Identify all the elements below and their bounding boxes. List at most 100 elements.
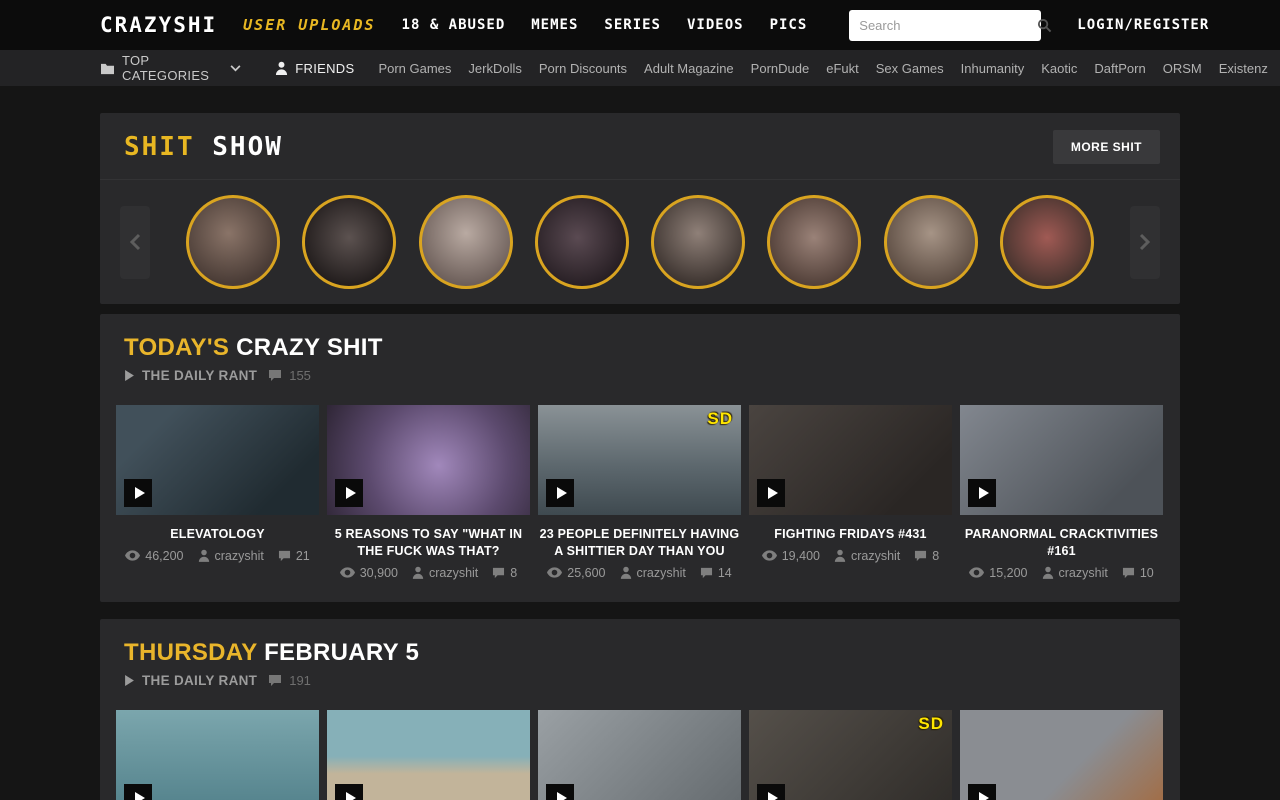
secondary-navbar: TOP CATEGORIES FRIENDS Porn Games JerkDo… bbox=[0, 50, 1280, 86]
video-card[interactable]: ELEVATOLOGY 46,200 crazyshit 21 bbox=[116, 405, 319, 580]
search-input[interactable] bbox=[859, 18, 1035, 33]
comment-count: 14 bbox=[718, 566, 732, 580]
search-button[interactable] bbox=[1035, 16, 1054, 35]
carousel-avatar[interactable] bbox=[651, 195, 745, 289]
shit-show-title: SHIT SHOW bbox=[124, 132, 283, 162]
friend-link-inhumanity[interactable]: Inhumanity bbox=[961, 61, 1025, 76]
video-card[interactable] bbox=[960, 710, 1163, 800]
video-title[interactable]: 5 REASONS TO SAY "WHAT IN THE FUCK WAS T… bbox=[327, 526, 530, 560]
video-title[interactable]: PARANORMAL CRACKTIVITIES #161 bbox=[960, 526, 1163, 560]
nav-item-pics[interactable]: PICS bbox=[770, 17, 808, 33]
video-card[interactable] bbox=[116, 710, 319, 800]
carousel-avatar[interactable] bbox=[884, 195, 978, 289]
view-count: 46,200 bbox=[145, 549, 183, 563]
video-thumbnail[interactable] bbox=[116, 405, 319, 515]
more-shit-button[interactable]: MORE SHIT bbox=[1053, 130, 1160, 164]
video-card[interactable] bbox=[327, 710, 530, 800]
section-title-accent: TODAY'S bbox=[124, 334, 229, 361]
friend-links: Porn Games JerkDolls Porn Discounts Adul… bbox=[378, 61, 1280, 76]
uploader-name[interactable]: crazyshit bbox=[851, 549, 900, 563]
play-button-icon bbox=[124, 479, 152, 507]
friend-link-sex-games[interactable]: Sex Games bbox=[876, 61, 944, 76]
shit-show-title-rest: SHOW bbox=[212, 132, 283, 162]
video-thumbnail[interactable]: SD bbox=[538, 405, 741, 515]
top-navbar: CRAZYSHI USER UPLOADS 18 & ABUSED MEMES … bbox=[0, 0, 1280, 50]
nav-item-18-abused[interactable]: 18 & ABUSED bbox=[402, 17, 506, 33]
carousel-next-button[interactable] bbox=[1130, 206, 1160, 279]
comment-icon bbox=[492, 567, 505, 579]
friend-link-existenz[interactable]: Existenz bbox=[1219, 61, 1268, 76]
uploader-name[interactable]: crazyshit bbox=[637, 566, 686, 580]
views-icon bbox=[125, 550, 140, 561]
carousel-avatar[interactable] bbox=[419, 195, 513, 289]
view-count: 19,400 bbox=[782, 549, 820, 563]
carousel-avatar[interactable] bbox=[767, 195, 861, 289]
views-icon bbox=[340, 567, 355, 578]
friends-label: FRIENDS bbox=[295, 61, 354, 76]
friend-link-porndude[interactable]: PornDude bbox=[751, 61, 810, 76]
chevron-right-icon bbox=[1139, 233, 1151, 251]
uploader-name[interactable]: crazyshit bbox=[215, 549, 264, 563]
play-button-icon bbox=[757, 784, 785, 800]
friends-link[interactable]: FRIENDS bbox=[275, 61, 354, 76]
daily-rant-link[interactable]: THE DAILY RANT bbox=[142, 673, 257, 688]
video-thumbnail[interactable] bbox=[960, 405, 1163, 515]
shit-show-title-accent: SHIT bbox=[124, 132, 195, 162]
search-icon bbox=[1037, 18, 1052, 33]
uploader-name[interactable]: crazyshit bbox=[1059, 566, 1108, 580]
video-thumbnail[interactable] bbox=[327, 405, 530, 515]
video-title[interactable]: FIGHTING FRIDAYS #431 bbox=[749, 526, 952, 543]
friend-link-porn-discounts[interactable]: Porn Discounts bbox=[539, 61, 627, 76]
comment-icon bbox=[1122, 567, 1135, 579]
views-icon bbox=[969, 567, 984, 578]
video-card[interactable] bbox=[538, 710, 741, 800]
daily-rant-link[interactable]: THE DAILY RANT bbox=[142, 368, 257, 383]
play-button-icon bbox=[546, 784, 574, 800]
views-icon bbox=[762, 550, 777, 561]
video-thumbnail[interactable] bbox=[960, 710, 1163, 800]
friend-link-efukt[interactable]: eFukt bbox=[826, 61, 859, 76]
chevron-left-icon bbox=[129, 233, 141, 251]
video-card[interactable]: PARANORMAL CRACKTIVITIES #161 15,200 cra… bbox=[960, 405, 1163, 580]
site-logo[interactable]: CRAZYSHI bbox=[100, 13, 217, 37]
friend-link-porn-games[interactable]: Porn Games bbox=[378, 61, 451, 76]
daily-rant-comment-count: 155 bbox=[289, 368, 311, 383]
friend-link-daftporn[interactable]: DaftPorn bbox=[1094, 61, 1145, 76]
shit-show-carousel bbox=[100, 180, 1180, 304]
video-thumbnail[interactable] bbox=[538, 710, 741, 800]
video-title[interactable]: ELEVATOLOGY bbox=[116, 526, 319, 543]
login-register-link[interactable]: LOGIN/REGISTER bbox=[1077, 17, 1209, 33]
carousel-avatar[interactable] bbox=[186, 195, 280, 289]
friend-link-jerkdolls[interactable]: JerkDolls bbox=[468, 61, 521, 76]
friend-link-orsm[interactable]: ORSM bbox=[1163, 61, 1202, 76]
nav-item-series[interactable]: SERIES bbox=[604, 17, 661, 33]
friend-link-kaotic[interactable]: Kaotic bbox=[1041, 61, 1077, 76]
video-stats: 15,200 crazyshit 10 bbox=[960, 566, 1163, 580]
video-thumbnail[interactable] bbox=[116, 710, 319, 800]
video-thumbnail[interactable]: SD bbox=[749, 710, 952, 800]
nav-item-videos[interactable]: VIDEOS bbox=[687, 17, 744, 33]
video-title[interactable]: 23 PEOPLE DEFINITELY HAVING A SHITTIER D… bbox=[538, 526, 741, 560]
video-thumbnail[interactable] bbox=[327, 710, 530, 800]
carousel-avatar[interactable] bbox=[1000, 195, 1094, 289]
daily-rant-row: THE DAILY RANT 191 bbox=[116, 667, 1164, 688]
play-triangle-icon bbox=[124, 370, 135, 381]
video-thumbnail[interactable] bbox=[749, 405, 952, 515]
play-button-icon bbox=[335, 479, 363, 507]
play-button-icon bbox=[335, 784, 363, 800]
video-stats: 30,900 crazyshit 8 bbox=[327, 566, 530, 580]
uploader-name[interactable]: crazyshit bbox=[429, 566, 478, 580]
nav-item-user-uploads[interactable]: USER UPLOADS bbox=[243, 16, 375, 34]
video-card[interactable]: SD bbox=[749, 710, 952, 800]
video-card[interactable]: 5 REASONS TO SAY "WHAT IN THE FUCK WAS T… bbox=[327, 405, 530, 580]
carousel-avatar[interactable] bbox=[535, 195, 629, 289]
person-icon bbox=[275, 61, 288, 75]
shit-show-panel: SHIT SHOW MORE SHIT bbox=[100, 113, 1180, 304]
carousel-avatar[interactable] bbox=[302, 195, 396, 289]
top-categories-dropdown[interactable]: TOP CATEGORIES bbox=[100, 53, 241, 83]
video-card[interactable]: SD 23 PEOPLE DEFINITELY HAVING A SHITTIE… bbox=[538, 405, 741, 580]
friend-link-adult-magazine[interactable]: Adult Magazine bbox=[644, 61, 734, 76]
carousel-prev-button[interactable] bbox=[120, 206, 150, 279]
video-card[interactable]: FIGHTING FRIDAYS #431 19,400 crazyshit bbox=[749, 405, 952, 580]
nav-item-memes[interactable]: MEMES bbox=[531, 17, 578, 33]
